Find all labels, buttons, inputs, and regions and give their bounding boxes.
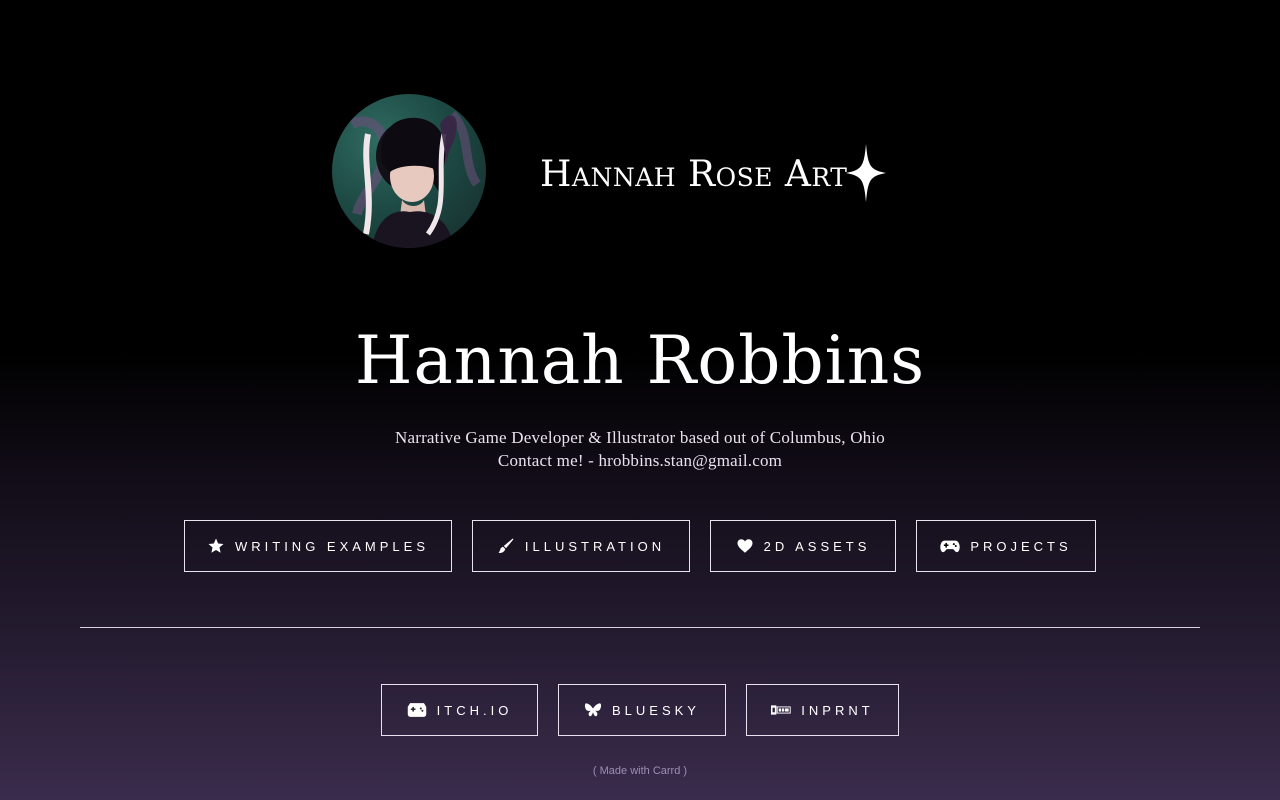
bluesky-button[interactable]: BLUESKY [558,684,726,736]
illustration-label: ILLUSTRATION [524,538,666,554]
itchio-icon [407,702,427,718]
illustration-button[interactable]: ILLUSTRATION [472,520,690,572]
contact-line[interactable]: Contact me! - hrobbins.stan@gmail.com [0,449,1280,472]
avatar [332,94,486,248]
projects-button[interactable]: PROJECTS [916,520,1096,572]
writing-examples-label: WRITING EXAMPLES [234,538,430,554]
writing-examples-button[interactable]: WRITING EXAMPLES [184,520,452,572]
page-title: Hannah Robbins [354,322,926,399]
inprnt-icon [771,704,791,716]
2d-assets-button[interactable]: 2D ASSETS [710,520,896,572]
avatar-illustration [349,110,481,248]
projects-label: PROJECTS [970,538,1072,554]
heart-icon [736,537,754,555]
paintbrush-icon [497,537,515,555]
itchio-button[interactable]: ITCH.IO [381,684,538,736]
bluesky-label: BLUESKY [612,702,700,718]
brand-title: Hannah Rose Art [540,154,848,195]
star-icon [207,537,225,555]
gamepad-icon [940,537,961,555]
sparkle-icon [846,144,886,202]
inprnt-button[interactable]: INPRNT [746,684,899,736]
tagline: Narrative Game Developer & Illustrator b… [0,426,1280,472]
inprnt-label: INPRNT [801,702,874,718]
itchio-label: ITCH.IO [436,702,513,718]
site-header: Hannah Rose Art [332,94,892,248]
2d-assets-label: 2D ASSETS [763,538,871,554]
divider [80,627,1200,628]
made-with-carrd-link[interactable]: ( Made with Carrd ) [0,765,1280,777]
tagline-description: Narrative Game Developer & Illustrator b… [394,428,886,447]
butterfly-icon [584,702,602,718]
